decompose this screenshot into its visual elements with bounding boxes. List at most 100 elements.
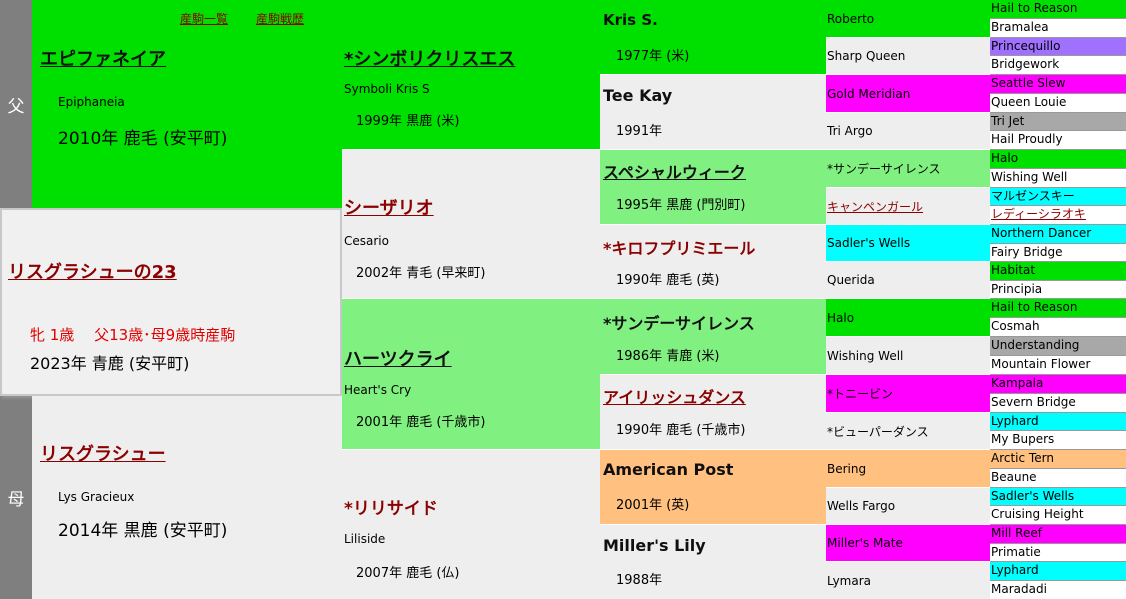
gen4-cell: Miller's Mate xyxy=(826,525,990,562)
gen2-name-link[interactable]: シーザリオ xyxy=(344,194,434,220)
dam-cell: リスグラシュー Lys Gracieux 2014年 黒鹿 (安平町) xyxy=(32,396,342,599)
gen4-name: Miller's Mate xyxy=(827,536,903,550)
gen5-cell: Hail to Reason xyxy=(990,299,1126,318)
gen5-cell: Cosmah xyxy=(990,318,1126,337)
gen2-name-link[interactable]: *シンボリクリスエス xyxy=(344,45,515,71)
gen5-cell: Mountain Flower xyxy=(990,356,1126,375)
gen4-cell: キャンペンガール xyxy=(826,188,990,225)
gen5-cell: Wishing Well xyxy=(990,169,1126,188)
gen5-cell: Maradadi xyxy=(990,581,1126,599)
gen3-cell: *サンデーサイレンス 1986年 青鹿 (米) xyxy=(600,299,826,375)
gen2-cell: シーザリオ Cesario 2002年 青毛 (早来町) xyxy=(342,150,600,299)
gen3-info: 2001年 (英) xyxy=(616,498,690,513)
gen4-cell: Bering xyxy=(826,450,990,488)
gen4-cell: Wishing Well xyxy=(826,337,990,375)
sire-name-link[interactable]: エピファネイア xyxy=(40,45,166,71)
gen4-cell: Querida xyxy=(826,262,990,299)
gen5-cell: Bridgework xyxy=(990,56,1126,75)
gen4-name: Querida xyxy=(827,273,875,287)
gen2-cell: ハーツクライ Heart's Cry 2001年 鹿毛 (千歳市) xyxy=(342,299,600,450)
gen3-cell: Kris S. 1977年 (米) xyxy=(600,0,826,75)
gen5-cell: Sadler's Wells xyxy=(990,488,1126,506)
dam-info: 2014年 黒鹿 (安平町) xyxy=(58,521,228,541)
gen4-name: Gold Meridian xyxy=(827,86,911,101)
gen4-name: Bering xyxy=(827,461,867,476)
gen4-cell: Tri Argo xyxy=(826,113,990,150)
gen5-cell: Seattle Slew xyxy=(990,75,1126,94)
gen5-cell-link[interactable]: レディーシラオキ xyxy=(990,206,1126,225)
gen4-name: *サンデーサイレンス xyxy=(827,162,941,176)
gen2-en-name: Heart's Cry xyxy=(344,383,412,397)
gen4-name: Roberto xyxy=(827,11,875,26)
sire-cell: 産駒一覧 産駒戦歴 エピファネイア Epiphaneia 2010年 鹿毛 (安… xyxy=(32,0,342,208)
gen5-cell: My Bupers xyxy=(990,431,1126,450)
gen2-en-name: Cesario xyxy=(344,234,389,248)
gen4-name-link[interactable]: キャンペンガール xyxy=(827,198,923,215)
gen5-cell: マルゼンスキー xyxy=(990,188,1126,206)
gen4-name: Lymara xyxy=(827,573,872,588)
gen5-cell: Principia xyxy=(990,281,1126,299)
gen3-cell: American Post 2001年 (英) xyxy=(600,450,826,525)
gen4-cell: *トニービン xyxy=(826,375,990,413)
subject-cell: リスグラシューの23 牝 1歳 父13歳･母9歳時産駒 2023年 青鹿 (安平… xyxy=(0,208,342,396)
dam-side-label: 母 xyxy=(0,396,32,599)
sire-en-name: Epiphaneia xyxy=(58,95,125,109)
gen4-name: Tri Argo xyxy=(827,124,873,138)
gen3-name-link[interactable]: アイリッシュダンス xyxy=(603,384,746,408)
dam-name-link[interactable]: リスグラシュー xyxy=(40,440,166,466)
gen3-info: 1990年 鹿毛 (千歳市) xyxy=(616,423,746,438)
gen5-cell: Habitat xyxy=(990,262,1126,281)
offspring-list-link[interactable]: 産駒一覧 xyxy=(180,10,228,27)
gen2-info: 2001年 鹿毛 (千歳市) xyxy=(356,415,486,430)
gen2-en-name: Symboli Kris S xyxy=(344,82,430,96)
gen2-cell: *リリサイド Liliside 2007年 鹿毛 (仏) xyxy=(342,450,600,599)
gen4-cell: Gold Meridian xyxy=(826,75,990,113)
gen5-cell: Fairy Bridge xyxy=(990,244,1126,262)
gen2-name-link[interactable]: ハーツクライ xyxy=(344,345,452,371)
gen4-cell: Roberto xyxy=(826,0,990,38)
gen4-cell: Sharp Queen xyxy=(826,38,990,75)
gen5-cell: Bramalea xyxy=(990,19,1126,38)
gen5-cell: Understanding xyxy=(990,337,1126,356)
gen2-name: *リリサイド xyxy=(344,499,438,519)
gen3-name: *サンデーサイレンス xyxy=(603,314,755,333)
gen3-cell: スペシャルウィーク 1995年 黒鹿 (門別町) xyxy=(600,150,826,225)
gen3-info: 1995年 黒鹿 (門別町) xyxy=(616,198,746,213)
gen5-cell: Halo xyxy=(990,150,1126,169)
gen3-info: 1991年 xyxy=(616,124,663,139)
gen5-cell: Lyphard xyxy=(990,413,1126,431)
gen3-name-link[interactable]: スペシャルウィーク xyxy=(603,159,746,183)
gen5-cell: Northern Dancer xyxy=(990,225,1126,244)
gen5-cell: Queen Louie xyxy=(990,94,1126,113)
subject-name: リスグラシューの23 xyxy=(8,262,177,283)
gen3-cell: Miller's Lily 1988年 xyxy=(600,525,826,599)
gen4-name: Sharp Queen xyxy=(827,49,906,63)
gen3-cell: *キロフプリミエール 1990年 鹿毛 (英) xyxy=(600,225,826,299)
gen5-cell: Tri Jet xyxy=(990,113,1126,131)
gen4-name: Sadler's Wells xyxy=(827,236,911,250)
gen5-cell: Cruising Height xyxy=(990,506,1126,525)
gen5-cell: Mill Reef xyxy=(990,525,1126,544)
subject-age-info: 牝 1歳 父13歳･母9歳時産駒 xyxy=(30,326,236,344)
gen3-name: Kris S. xyxy=(603,11,658,29)
gen4-cell: Wells Fargo xyxy=(826,488,990,525)
gen3-name: *キロフプリミエール xyxy=(603,239,756,258)
gen5-cell: Hail Proudly xyxy=(990,131,1126,150)
sire-info: 2010年 鹿毛 (安平町) xyxy=(58,129,228,149)
gen5-cell: Kampala xyxy=(990,375,1126,394)
offspring-record-link[interactable]: 産駒戦歴 xyxy=(256,10,304,27)
gen5-cell: Princequillo xyxy=(990,38,1126,56)
gen5-cell: Beaune xyxy=(990,469,1126,488)
gen2-info: 2002年 青毛 (早来町) xyxy=(356,266,486,281)
gen2-en-name: Liliside xyxy=(344,532,386,546)
gen2-info: 2007年 鹿毛 (仏) xyxy=(356,566,460,581)
gen4-name: *ビューパーダンス xyxy=(827,424,929,439)
gen4-name: Wishing Well xyxy=(827,348,904,363)
gen3-name: Miller's Lily xyxy=(603,536,706,555)
gen4-cell: Sadler's Wells xyxy=(826,225,990,262)
gen5-cell: Arctic Tern xyxy=(990,450,1126,469)
dam-en-name: Lys Gracieux xyxy=(58,490,135,504)
gen5-cell: Severn Bridge xyxy=(990,394,1126,413)
gen3-name: American Post xyxy=(603,460,734,479)
gen3-info: 1977年 (米) xyxy=(616,49,690,64)
